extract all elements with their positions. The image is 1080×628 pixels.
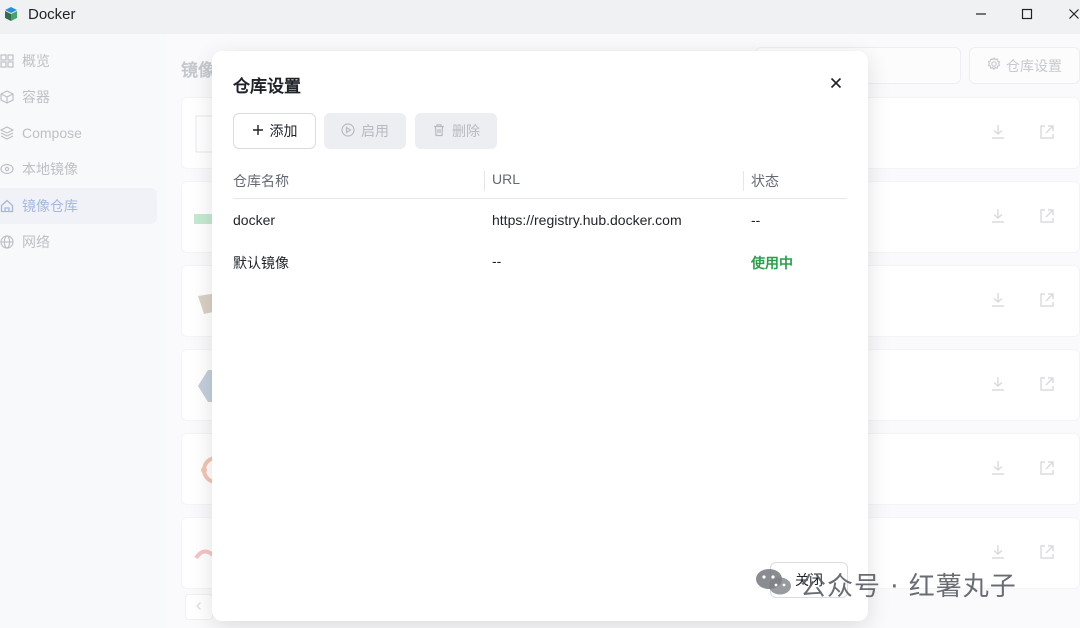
- column-header-status: 状态: [751, 173, 779, 189]
- table-cell-status[interactable]: --: [751, 212, 760, 228]
- table-header-divider: [233, 198, 847, 199]
- maximize-button[interactable]: [1014, 4, 1040, 24]
- add-button[interactable]: 添加: [233, 113, 316, 149]
- status-badge[interactable]: 使用中: [751, 253, 793, 273]
- trash-icon: [432, 123, 446, 140]
- watermark: 公众号 · 红薯丸子: [754, 566, 1017, 602]
- enable-button[interactable]: 启用: [324, 113, 406, 149]
- delete-button[interactable]: 删除: [415, 113, 497, 149]
- delete-button-label: 删除: [452, 123, 480, 139]
- table-cell-name[interactable]: docker: [233, 212, 275, 228]
- plus-icon: [252, 123, 264, 139]
- add-button-label: 添加: [269, 123, 298, 139]
- dialog-title: 仓库设置: [233, 77, 301, 96]
- enable-button-label: 启用: [361, 123, 389, 139]
- table-cell-url[interactable]: --: [492, 253, 501, 269]
- watermark-text: 公众号 · 红薯丸子: [800, 571, 1017, 602]
- wechat-icon: [754, 567, 794, 602]
- repo-settings-dialog: 仓库设置 添加 启用 删除 仓库名称 URL 状态 docker https:/…: [212, 51, 868, 621]
- window-title: Docker: [28, 6, 76, 23]
- window-close-button[interactable]: [1061, 4, 1080, 24]
- table-cell-url[interactable]: https://registry.hub.docker.com: [492, 212, 682, 228]
- column-header-name: 仓库名称: [233, 173, 289, 189]
- window-titlebar: Docker: [0, 0, 1080, 34]
- column-divider: [484, 171, 485, 191]
- play-circle-icon: [341, 122, 355, 140]
- docker-logo-icon: [3, 6, 19, 22]
- dialog-close-icon[interactable]: [828, 75, 844, 91]
- table-cell-name[interactable]: 默认镜像: [233, 253, 289, 273]
- column-divider: [743, 171, 744, 191]
- minimize-button[interactable]: [968, 4, 994, 24]
- column-header-url: URL: [492, 171, 521, 187]
